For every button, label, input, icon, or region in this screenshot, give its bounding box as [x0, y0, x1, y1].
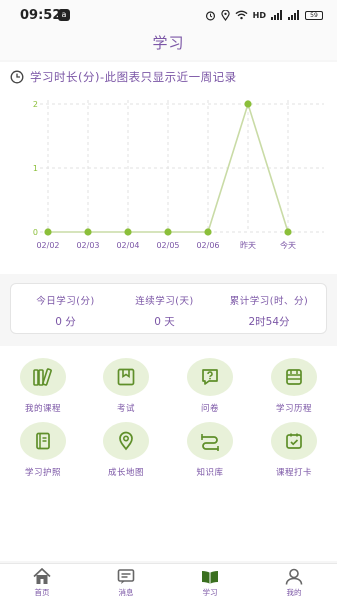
tab-mine[interactable]: 我的: [252, 568, 336, 598]
chart-heading: 学习时长(分)-此图表只显示近一周记录: [10, 69, 237, 85]
history-icon: [286, 369, 302, 385]
tile-label: 课程打卡: [275, 468, 312, 478]
stat-total: 累计学习(时、分) 2时54分: [211, 284, 327, 329]
status-time: 09:52: [20, 8, 62, 23]
stat-today-value: 0 分: [55, 316, 76, 328]
tab-label: 我的: [286, 588, 302, 597]
study-icon: [202, 571, 218, 584]
data-point: [204, 228, 212, 236]
app-notification-icon: a: [58, 9, 70, 21]
passport-icon: [36, 432, 50, 450]
tab-label: 学习: [202, 588, 218, 597]
page-header: 学习: [0, 30, 337, 60]
data-point: [44, 228, 52, 236]
tile-label: 考试: [116, 404, 135, 414]
knowledge-icon: [201, 434, 219, 451]
y-tick-label: 0: [33, 228, 38, 237]
x-tick-label: 02/03: [76, 241, 99, 250]
data-point: [84, 228, 92, 236]
stat-total-value: 2时54分: [248, 316, 290, 328]
x-tick-label: 今天: [280, 240, 296, 250]
checkin-icon: [286, 433, 302, 449]
stat-today-label: 今日学习(分): [36, 296, 95, 307]
tile-label: 我的课程: [24, 404, 61, 414]
stat-streak-label: 连续学习(天): [135, 296, 194, 307]
tile-study-history[interactable]: 学习历程: [252, 358, 336, 414]
study-stats-card: 今日学习(分) 0 分 连续学习(天) 0 天 累计学习(时、分) 2时54分: [10, 283, 327, 334]
clock-icon: [10, 70, 24, 84]
books-icon: [33, 368, 52, 386]
study-time-line-chart: 0 1 2 02/02 02/03 02/04 02/05 02/06 昨天 今天: [33, 100, 324, 250]
tile-my-courses[interactable]: 我的课程: [1, 358, 85, 414]
y-tick-label: 2: [33, 100, 38, 109]
tile-growth-map[interactable]: 成长地图: [84, 422, 168, 478]
question-icon: [202, 369, 218, 385]
status-bar: 09:52 a HD 59: [0, 0, 337, 30]
tab-messages[interactable]: 消息: [84, 568, 168, 598]
x-tick-label: 昨天: [240, 240, 256, 250]
wifi-icon: [235, 10, 248, 20]
x-tick-label: 02/05: [156, 241, 179, 250]
feature-grid: 我的课程 考试 问卷 学习历程 学习护照 成长地图 知识库 课程打卡: [0, 346, 337, 561]
tab-study[interactable]: 学习: [168, 568, 252, 598]
stat-today: 今日学习(分) 0 分: [13, 284, 118, 329]
battery-icon: 59: [305, 10, 323, 20]
tile-label: 知识库: [196, 468, 224, 478]
stat-streak-value: 0 天: [154, 316, 175, 328]
tile-study-passport[interactable]: 学习护照: [1, 422, 85, 478]
x-tick-label: 02/02: [36, 241, 59, 250]
x-tick-label: 02/06: [196, 241, 219, 250]
y-tick-label: 1: [33, 164, 38, 173]
signal-icon-2: [288, 10, 299, 20]
tile-course-checkin[interactable]: 课程打卡: [252, 422, 336, 478]
bottom-tab-bar: 首页 消息 学习 我的: [0, 563, 337, 600]
tile-label: 学习护照: [24, 468, 61, 478]
tile-label: 问卷: [200, 404, 219, 414]
chart-title: 学习时长(分)-此图表只显示近一周记录: [30, 70, 237, 84]
exam-icon: [117, 368, 135, 386]
page-title: 学习: [152, 34, 185, 52]
alarm-icon: [205, 10, 215, 20]
stat-streak: 连续学习(天) 0 天: [112, 284, 217, 329]
tile-questionnaire[interactable]: 问卷: [168, 358, 252, 414]
home-icon: [33, 568, 51, 584]
tile-knowledge-base[interactable]: 知识库: [168, 422, 252, 478]
user-icon: [285, 568, 303, 585]
map-pin-icon: [119, 431, 133, 451]
study-time-chart-card: 学习时长(分)-此图表只显示近一周记录 0 1 2 02/02 02/03 02/04 02…: [0, 62, 337, 274]
tile-label: 成长地图: [107, 468, 144, 478]
tab-label: 消息: [118, 588, 134, 597]
status-icons: HD 59: [205, 8, 323, 22]
signal-icon: [271, 10, 282, 20]
tile-label: 学习历程: [275, 404, 312, 414]
message-icon: [117, 569, 135, 584]
tab-home[interactable]: 首页: [0, 568, 84, 598]
location-icon: [220, 9, 230, 21]
network-label: HD: [252, 10, 266, 20]
tile-exam[interactable]: 考试: [84, 358, 168, 414]
data-point: [164, 228, 172, 236]
x-tick-label: 02/04: [116, 241, 139, 250]
data-point: [244, 100, 252, 108]
stat-total-label: 累计学习(时、分): [229, 296, 309, 307]
data-point: [124, 228, 132, 236]
tab-label: 首页: [34, 588, 50, 597]
data-point: [284, 228, 292, 236]
